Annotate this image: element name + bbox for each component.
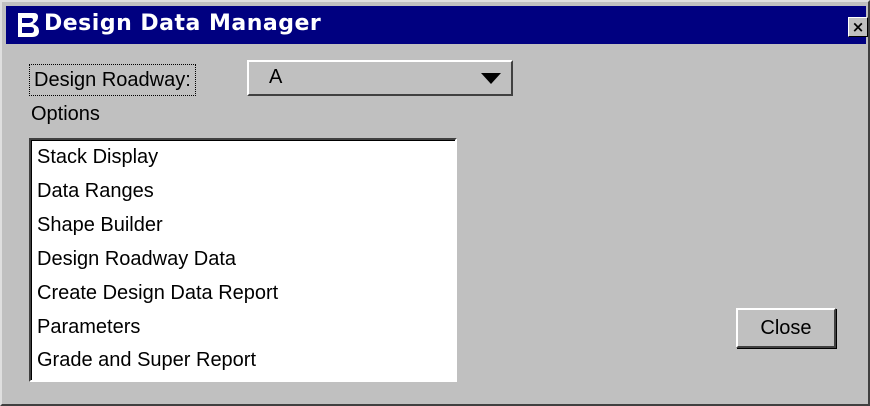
options-listbox[interactable]: Stack Display Data Ranges Shape Builder … [29,138,457,382]
close-icon: × [851,17,865,36]
title-bar[interactable]: Design Data Manager × [6,6,868,44]
design-roadway-selected-value: A [269,66,283,88]
list-item-stack-display[interactable]: Stack Display [37,146,158,169]
design-roadway-label: Design Roadway: [29,64,196,96]
window-title: Design Data Manager [44,11,322,36]
design-data-manager-window: Design Data Manager × Design Roadway: A … [0,0,870,406]
list-item-data-ranges[interactable]: Data Ranges [37,180,154,203]
bentley-logo-icon [18,13,39,37]
chevron-down-icon[interactable] [481,73,501,84]
list-item-parameters[interactable]: Parameters [37,316,140,339]
list-item-shape-builder[interactable]: Shape Builder [37,214,163,237]
list-item-create-design-data-report[interactable]: Create Design Data Report [37,282,278,305]
list-item-grade-and-super-report[interactable]: Grade and Super Report [37,349,256,372]
close-window-button[interactable]: × [848,17,868,37]
options-label: Options [31,103,100,125]
list-item-design-roadway-data[interactable]: Design Roadway Data [37,248,236,271]
close-button[interactable]: Close [736,308,836,348]
design-roadway-dropdown[interactable]: A [247,60,513,96]
